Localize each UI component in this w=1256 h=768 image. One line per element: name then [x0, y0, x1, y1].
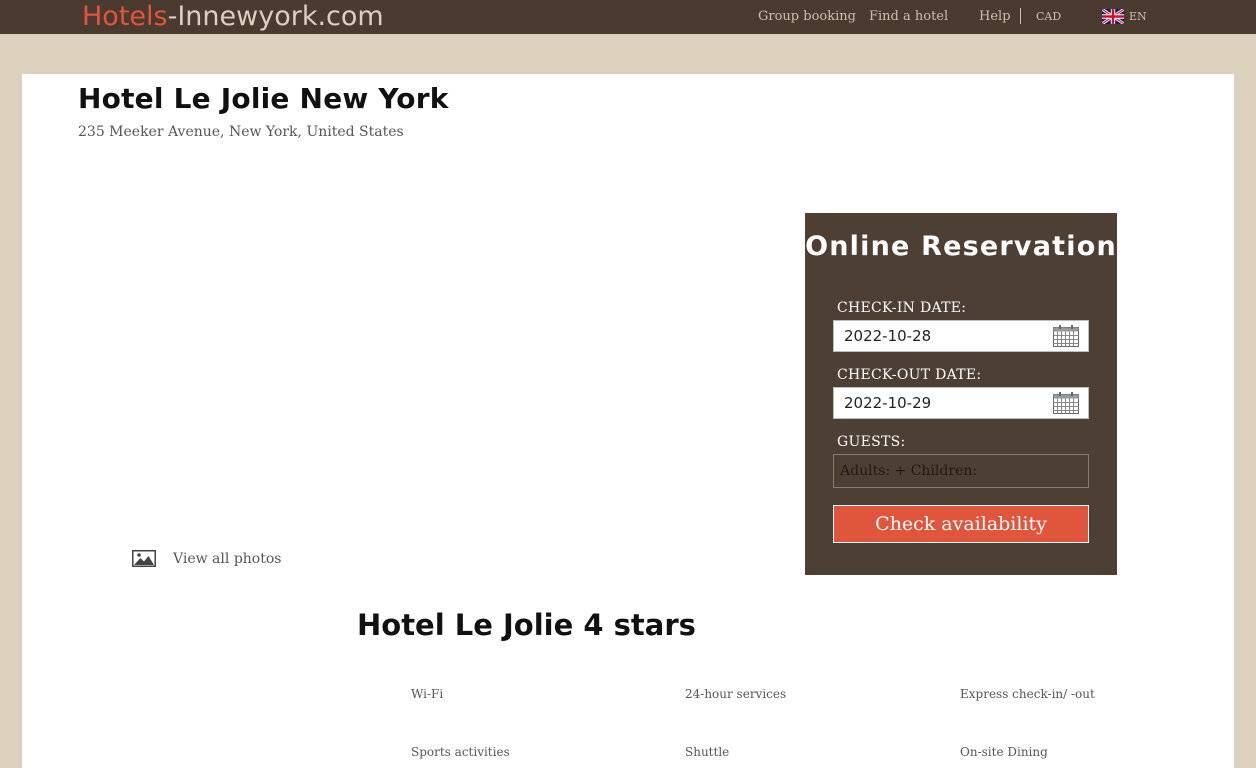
guests-selector[interactable]: Adults: + Children:	[833, 454, 1089, 488]
amenity-item: Sports activities	[411, 745, 510, 759]
language-selector[interactable]: EN	[1129, 10, 1147, 23]
checkin-date-value: 2022-10-28	[844, 327, 932, 345]
calendar-icon[interactable]	[1053, 325, 1079, 347]
checkin-label: CHECK-IN DATE:	[837, 300, 967, 316]
checkout-date-value: 2022-10-29	[844, 394, 932, 412]
checkin-date-input[interactable]: 2022-10-28	[833, 320, 1089, 352]
main-content: Hotel Le Jolie New York 235 Meeker Avenu…	[22, 74, 1234, 768]
checkout-date-input[interactable]: 2022-10-29	[833, 387, 1089, 419]
hotel-stars-heading: Hotel Le Jolie 4 stars	[357, 608, 696, 642]
amenity-item: Shuttle	[685, 745, 730, 759]
uk-flag-icon[interactable]	[1102, 9, 1124, 24]
amenity-item: Wi-Fi	[411, 687, 444, 701]
check-availability-button[interactable]: Check availability	[833, 505, 1089, 543]
logo-domain-text: -Innewyork.com	[167, 1, 384, 32]
currency-selector[interactable]: CAD	[1036, 10, 1061, 23]
image-icon[interactable]	[132, 550, 156, 567]
find-hotel-link[interactable]: Find a hotel	[869, 9, 948, 24]
amenity-item: 24-hour services	[685, 687, 787, 701]
guests-label: GUESTS:	[837, 434, 906, 450]
site-logo[interactable]: Hotels-Innewyork.com	[82, 1, 384, 33]
view-all-photos-link[interactable]: View all photos	[173, 551, 281, 567]
online-reservation-panel: Online Reservation CHECK-IN DATE: 2022-1…	[805, 213, 1117, 575]
amenity-item: On-site Dining	[960, 745, 1048, 759]
checkout-label: CHECK-OUT DATE:	[837, 367, 982, 383]
amenity-item: Express check-in/ -out	[960, 687, 1095, 701]
logo-accent-text: Hotels	[82, 1, 168, 32]
hotel-address: 235 Meeker Avenue, New York, United Stat…	[78, 124, 404, 140]
calendar-icon[interactable]	[1053, 392, 1079, 414]
help-link[interactable]: Help	[979, 9, 1011, 24]
top-navigation-bar: Hotels-Innewyork.com Group booking Find …	[0, 0, 1256, 34]
group-booking-link[interactable]: Group booking	[758, 9, 856, 24]
reservation-title: Online Reservation	[805, 231, 1117, 262]
hotel-name-heading: Hotel Le Jolie New York	[78, 82, 449, 115]
nav-divider	[1020, 8, 1021, 24]
